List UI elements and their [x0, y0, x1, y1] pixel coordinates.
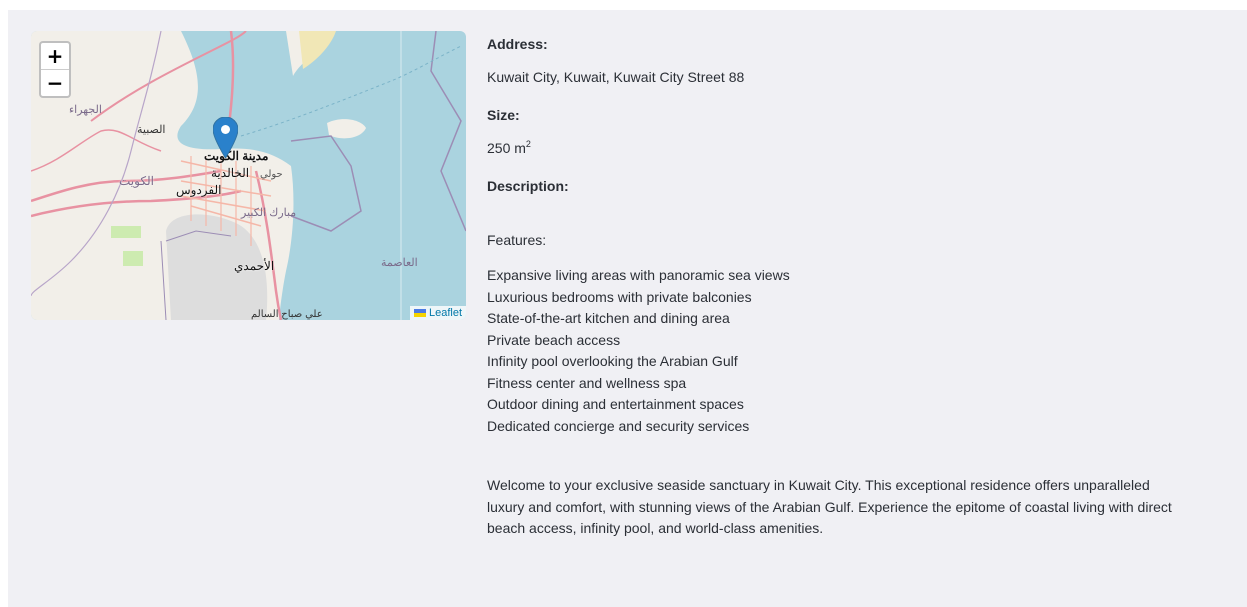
address-value: Kuwait City, Kuwait, Kuwait City Street …	[487, 69, 745, 85]
property-details: Address: Kuwait City, Kuwait, Kuwait Cit…	[487, 34, 1187, 540]
map-label-kuwait: الكويت	[119, 174, 154, 188]
ukraine-flag-icon	[413, 309, 426, 317]
map-label-khaldiya: الخالدية	[211, 166, 250, 180]
size-value: 250 m2	[487, 138, 1187, 159]
features-list: Expansive living areas with panoramic se…	[487, 265, 1187, 437]
size-number: 250 m	[487, 140, 526, 156]
welcome-paragraph: Welcome to your exclusive seaside sanctu…	[487, 477, 1172, 536]
feature-item: Infinity pool overlooking the Arabian Gu…	[487, 353, 738, 369]
map-label-hawalli: حولي	[260, 169, 283, 180]
feature-item: Luxurious bedrooms with private balconie…	[487, 288, 752, 305]
property-panel: الجهراء الصبية مدينة الكويت الخالدية حول…	[8, 10, 1247, 607]
feature-item: Private beach access	[487, 331, 621, 348]
features-title: Features:	[487, 232, 547, 248]
map-label-ahmadi: الأحمدي	[234, 259, 275, 273]
zoom-in-button[interactable]: +	[41, 43, 69, 70]
location-marker-icon[interactable]	[213, 117, 238, 158]
feature-item: Fitness center and wellness spa	[487, 374, 687, 391]
map-label-asima: العاصمة	[381, 257, 418, 269]
map-attribution: Leaflet	[409, 306, 466, 320]
address-label: Address:	[487, 36, 548, 52]
zoom-control: + −	[39, 41, 71, 98]
feature-item: Dedicated concierge and security service…	[487, 417, 750, 434]
feature-item: Expansive living areas with panoramic se…	[487, 267, 790, 283]
leaflet-link[interactable]: Leaflet	[429, 307, 462, 319]
size-label: Size:	[487, 107, 520, 123]
location-map[interactable]: الجهراء الصبية مدينة الكويت الخالدية حول…	[31, 31, 466, 320]
map-label-sulaibiya: الصبية	[137, 124, 166, 136]
size-unit-exponent: 2	[525, 139, 531, 149]
map-label-firdous: الفردوس	[176, 183, 222, 197]
map-label-ali-sabah: علي صباح السالم	[251, 309, 323, 320]
description-label: Description:	[487, 178, 569, 194]
zoom-out-button[interactable]: −	[41, 70, 69, 96]
feature-item: State-of-the-art kitchen and dining area	[487, 310, 730, 326]
feature-item: Outdoor dining and entertainment spaces	[487, 396, 744, 412]
map-label-jahra: الجهراء	[69, 104, 102, 116]
map-label-mubarak: مبارك الكبير	[241, 207, 297, 219]
